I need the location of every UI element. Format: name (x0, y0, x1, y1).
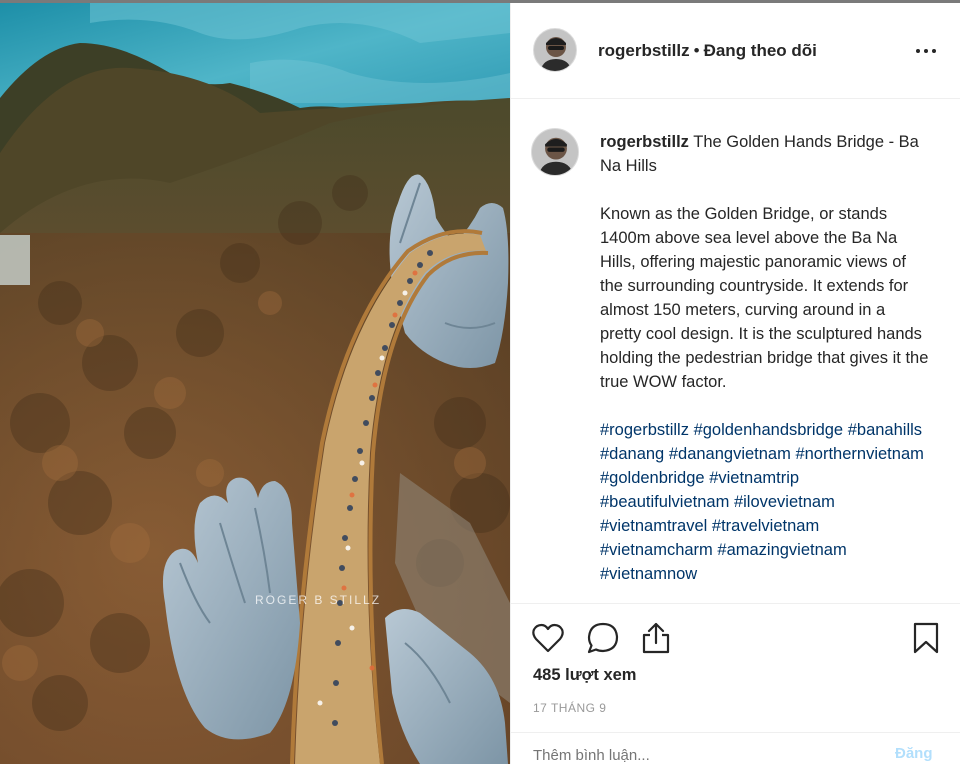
hashtag-list: #rogerbstillz #goldenhandsbridge #banahi… (600, 418, 930, 586)
hashtag-link[interactable]: #goldenhandsbridge (694, 421, 844, 439)
comment-button[interactable] (583, 618, 623, 658)
comments-section[interactable]: rogerbstillz The Golden Hands Bridge - B… (511, 100, 960, 603)
more-dot-icon (924, 49, 928, 53)
save-button[interactable] (906, 618, 946, 658)
post-comment-button[interactable]: Đăng (895, 745, 933, 762)
post-actions: 485 lượt xem 17 THÁNG 9 Đăng (511, 603, 960, 764)
more-options-button[interactable] (909, 39, 943, 63)
hashtag-link[interactable]: #banahills (848, 421, 922, 439)
post-date[interactable]: 17 THÁNG 9 (533, 701, 606, 715)
author-username[interactable]: rogerbstillz (598, 41, 690, 60)
caption-username[interactable]: rogerbstillz (600, 133, 689, 151)
hashtag-link[interactable]: #danangvietnam (669, 445, 791, 463)
avatar-image (532, 129, 578, 175)
comment-input[interactable] (533, 743, 863, 764)
hashtag-link[interactable]: #vietnamnow (600, 565, 697, 583)
hashtag-link[interactable]: #vietnamtrip (709, 469, 799, 487)
post-side-panel: rogerbstillz • Đang theo dõi rogerbstillz (510, 3, 960, 764)
hashtag-link[interactable]: #amazingvietnam (717, 541, 846, 559)
post-photo[interactable]: ROGER B STILLZ (0, 3, 510, 764)
avatar-image (534, 29, 576, 71)
author-avatar[interactable] (533, 28, 577, 72)
hashtag-link[interactable]: #northernvietnam (795, 445, 923, 463)
caption-title-line: rogerbstillz The Golden Hands Bridge - B… (600, 130, 930, 178)
comment-bar: Đăng (511, 732, 960, 764)
follow-status-button[interactable]: Đang theo dõi (704, 41, 817, 60)
post-header: rogerbstillz • Đang theo dõi (511, 3, 960, 99)
view-count[interactable]: 485 lượt xem (533, 666, 636, 685)
share-icon (642, 622, 670, 654)
hashtag-link[interactable]: #beautifulvietnam (600, 493, 729, 511)
hashtag-link[interactable]: #danang (600, 445, 664, 463)
author-line: rogerbstillz • Đang theo dõi (598, 41, 817, 61)
like-button[interactable] (528, 618, 568, 658)
hashtag-link[interactable]: #rogerbstillz (600, 421, 689, 439)
separator-dot: • (693, 41, 700, 60)
comment-icon (587, 622, 619, 654)
post-modal: ROGER B STILLZ rogerbstillz • Đang theo dõ… (0, 0, 960, 764)
hashtag-link[interactable]: #vietnamcharm (600, 541, 713, 559)
hashtag-link[interactable]: #ilovevietnam (734, 493, 835, 511)
caption-body: Known as the Golden Bridge, or stands 14… (600, 205, 929, 391)
more-dot-icon (916, 49, 920, 53)
hashtag-link[interactable]: #vietnamtravel (600, 517, 707, 535)
post-caption: rogerbstillz The Golden Hands Bridge - B… (600, 130, 930, 586)
hashtag-link[interactable]: #travelvietnam (712, 517, 819, 535)
share-button[interactable] (636, 618, 676, 658)
hashtag-link[interactable]: #goldenbridge (600, 469, 705, 487)
heart-icon (532, 623, 564, 653)
bookmark-icon (913, 622, 939, 654)
golden-bridge-photo (0, 3, 510, 764)
caption-author-avatar[interactable] (531, 128, 579, 176)
photo-watermark: ROGER B STILLZ (255, 593, 382, 607)
more-dot-icon (932, 49, 936, 53)
